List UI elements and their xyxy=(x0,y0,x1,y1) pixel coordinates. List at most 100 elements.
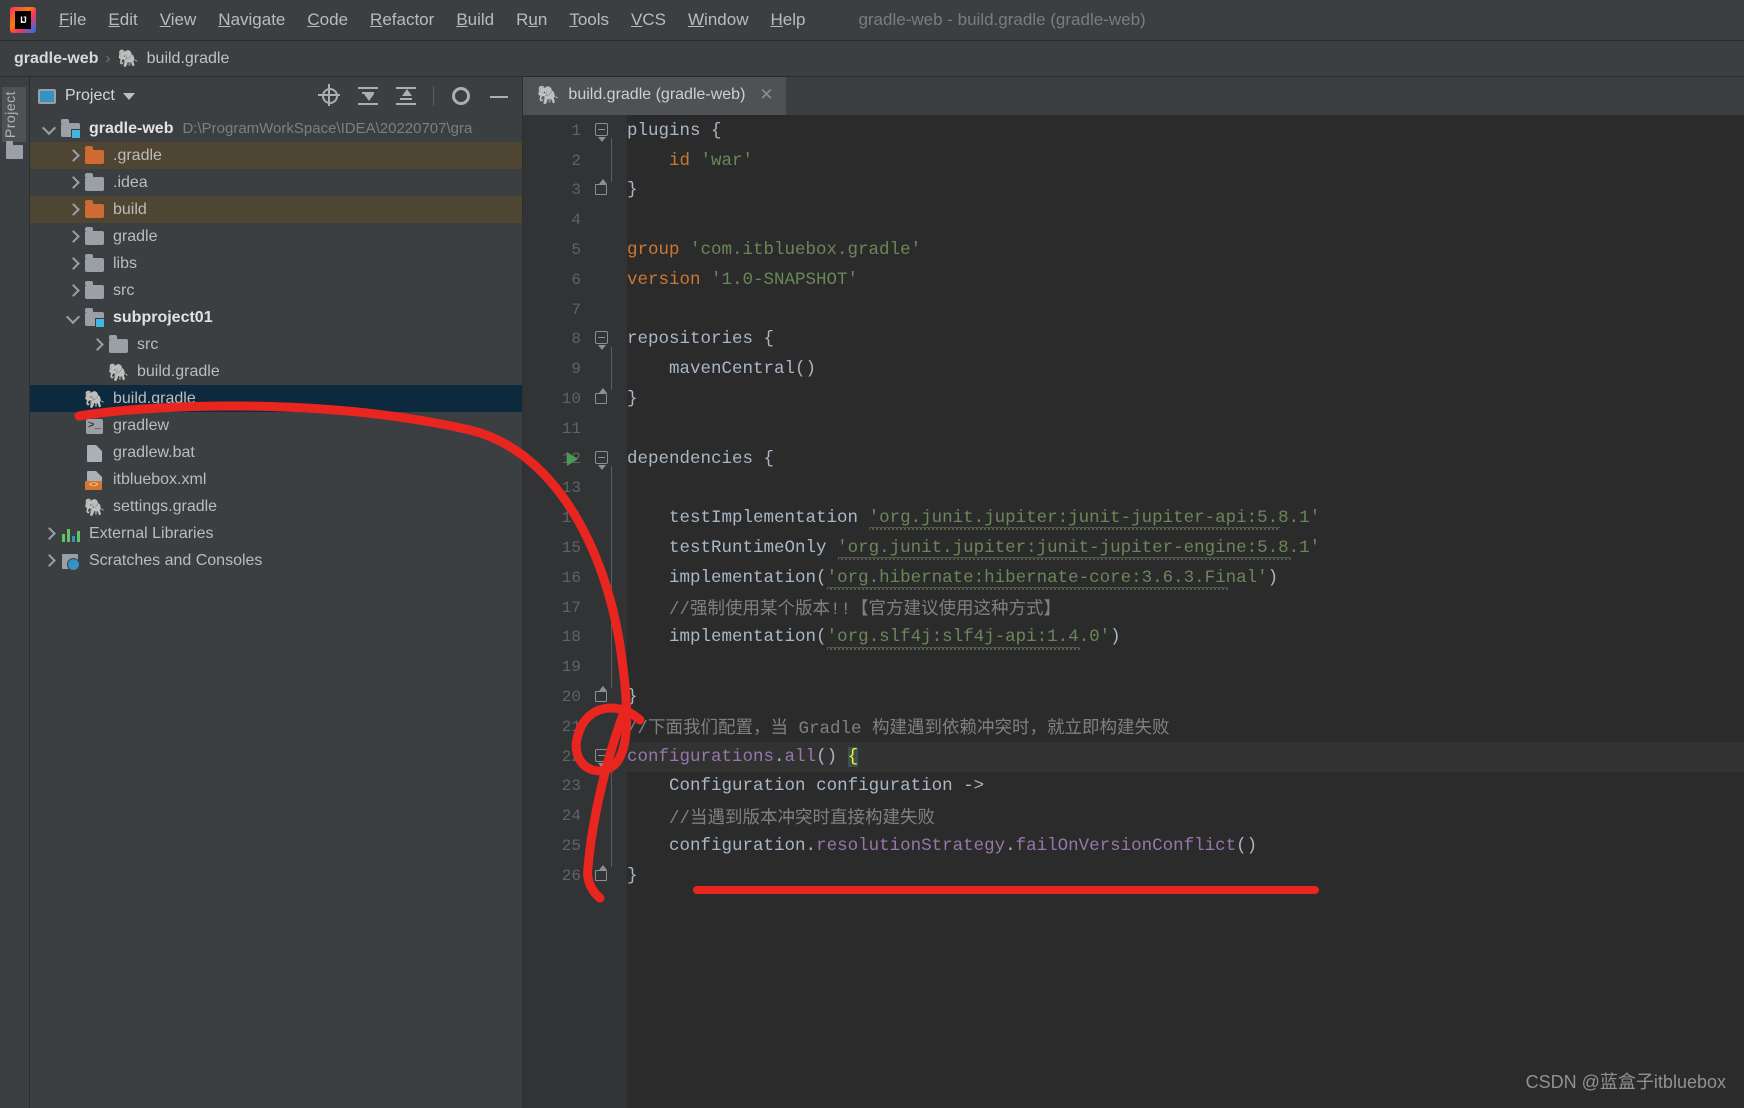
hide-panel-button[interactable] xyxy=(488,85,510,107)
code-editor[interactable]: 1 plugins {2 id 'war' 3} 4 5 group 'com.itblu… xyxy=(523,115,1744,1108)
line-number: 15 xyxy=(561,539,581,558)
code-line: 19 xyxy=(523,652,1744,682)
warning-squiggle xyxy=(837,556,1292,561)
line-number: 8 xyxy=(571,330,581,349)
settings-button[interactable] xyxy=(450,85,472,107)
tree-item-scratches-and-consoles[interactable]: Scratches and Consoles xyxy=(30,547,522,574)
chevron-down-icon[interactable] xyxy=(64,309,82,327)
tree-item--gradle[interactable]: .gradle xyxy=(30,142,522,169)
chevron-right-icon[interactable] xyxy=(64,147,82,165)
code-text: Configuration configuration -> xyxy=(669,776,985,797)
tree-item-src[interactable]: src xyxy=(30,277,522,304)
code-line: 22 configurations.all() { xyxy=(523,742,1744,772)
breadcrumb-root[interactable]: gradle-web xyxy=(14,50,98,68)
project-panel-header: Project xyxy=(30,77,522,115)
tree-item-subproject01[interactable]: subproject01 xyxy=(30,304,522,331)
chevron-right-icon[interactable] xyxy=(64,228,82,246)
tree-item-build-gradle[interactable]: 🐘 build.gradle xyxy=(30,385,522,412)
menu-item-run[interactable]: Run xyxy=(505,7,558,33)
tree-item-gradle-web[interactable]: gradle-web D:\ProgramWorkSpace\IDEA\20220… xyxy=(30,115,522,142)
fold-end-icon[interactable] xyxy=(595,179,611,198)
menu-item-window[interactable]: Window xyxy=(677,7,759,33)
tree-item-label: gradlew.bat xyxy=(113,443,195,461)
menu-item-navigate[interactable]: Navigate xyxy=(207,7,296,33)
fold-collapse-icon[interactable] xyxy=(595,122,611,142)
menu-item-build[interactable]: Build xyxy=(445,7,505,33)
expand-all-button[interactable] xyxy=(357,85,379,107)
line-number: 7 xyxy=(571,300,581,319)
tree-item-label: build.gradle xyxy=(137,362,220,380)
select-opened-file-button[interactable] xyxy=(319,85,341,107)
chevron-down-icon[interactable] xyxy=(122,92,135,100)
menu-item-help[interactable]: Help xyxy=(759,7,816,33)
fold-collapse-icon[interactable] xyxy=(595,748,611,768)
menu-item-refactor[interactable]: Refactor xyxy=(359,7,445,33)
code-line: 5 group 'com.itbluebox.gradle' xyxy=(523,235,1744,265)
chevron-right-icon[interactable] xyxy=(40,552,58,570)
menu-item-code[interactable]: Code xyxy=(296,7,359,33)
code-text: configurations.all() { xyxy=(627,746,859,767)
code-line: 11 xyxy=(523,414,1744,444)
folder-icon[interactable] xyxy=(6,141,23,159)
tree-item-settings-gradle[interactable]: 🐘 settings.gradle xyxy=(30,493,522,520)
code-text: //当遇到版本冲突时直接构建失败 xyxy=(627,808,936,829)
gradle-elephant-icon: 🐘 xyxy=(108,362,130,382)
intellij-idea-logo-icon xyxy=(10,7,36,33)
fold-end-icon[interactable] xyxy=(595,864,611,884)
collapse-all-button[interactable] xyxy=(395,85,417,107)
tree-item--idea[interactable]: .idea xyxy=(30,169,522,196)
tree-item-gradle[interactable]: gradle xyxy=(30,223,522,250)
folder-icon xyxy=(84,226,106,247)
tree-item-path: D:\ProgramWorkSpace\IDEA\20220707\gra xyxy=(182,120,473,137)
code-text: testImplementation 'org.junit.jupiter:ju… xyxy=(669,508,1321,529)
divider xyxy=(433,86,434,106)
chevron-right-icon[interactable] xyxy=(64,255,82,273)
code-line: 6 version '1.0-SNAPSHOT' xyxy=(523,265,1744,295)
project-panel-title: Project xyxy=(65,87,115,104)
line-number: 9 xyxy=(571,360,581,379)
menu-item-edit[interactable]: Edit xyxy=(97,7,148,33)
chevron-right-icon[interactable] xyxy=(40,525,58,543)
code-line: 1 plugins { xyxy=(523,116,1744,146)
line-number: 17 xyxy=(561,598,581,617)
tree-item-label: libs xyxy=(113,254,138,272)
tree-item-libs[interactable]: libs xyxy=(30,250,522,277)
fold-collapse-icon[interactable] xyxy=(595,450,611,470)
breadcrumb-file[interactable]: build.gradle xyxy=(147,50,230,68)
fold-end-icon[interactable] xyxy=(595,388,611,407)
line-number: 2 xyxy=(571,151,581,170)
editor-tab-bar: 🐘 build.gradle (gradle-web) ✕ xyxy=(523,77,1744,115)
tree-item-itbluebox-xml[interactable]: <> itbluebox.xml xyxy=(30,466,522,493)
tree-item-external-libraries[interactable]: External Libraries xyxy=(30,520,522,547)
tree-item-build-gradle[interactable]: 🐘 build.gradle xyxy=(30,358,522,385)
code-line: 9 mavenCentral() xyxy=(523,354,1744,384)
line-number: 25 xyxy=(561,837,581,856)
chevron-right-icon[interactable] xyxy=(64,282,82,300)
editor-tab-build-gradle[interactable]: 🐘 build.gradle (gradle-web) ✕ xyxy=(523,77,786,115)
menu-item-tools[interactable]: Tools xyxy=(558,7,620,33)
tree-item-gradlew[interactable]: >_ gradlew xyxy=(30,412,522,439)
tool-window-tab-project[interactable]: Project xyxy=(2,87,26,143)
close-icon[interactable]: ✕ xyxy=(759,85,773,105)
tree-item-build[interactable]: build xyxy=(30,196,522,223)
fold-collapse-icon[interactable] xyxy=(595,331,611,351)
menu-item-vcs[interactable]: VCS xyxy=(620,7,677,33)
run-gutter-icon[interactable] xyxy=(567,451,578,466)
folder-icon xyxy=(108,334,130,355)
chevron-right-icon[interactable] xyxy=(88,336,106,354)
tree-item-gradlew-bat[interactable]: gradlew.bat xyxy=(30,439,522,466)
warning-squiggle xyxy=(827,645,1081,650)
chevron-right-icon[interactable] xyxy=(64,201,82,219)
left-tool-strip: Project xyxy=(0,77,30,1108)
tree-item-src[interactable]: src xyxy=(30,331,522,358)
tree-item-label: build.gradle xyxy=(113,389,196,407)
tree-item-label: src xyxy=(113,281,135,299)
line-number: 21 xyxy=(561,717,581,736)
fold-end-icon[interactable] xyxy=(595,686,611,705)
menu-item-view[interactable]: View xyxy=(149,7,208,33)
chevron-down-icon[interactable] xyxy=(40,120,58,138)
chevron-right-icon[interactable] xyxy=(64,174,82,192)
menu-item-file[interactable]: File xyxy=(48,7,97,33)
